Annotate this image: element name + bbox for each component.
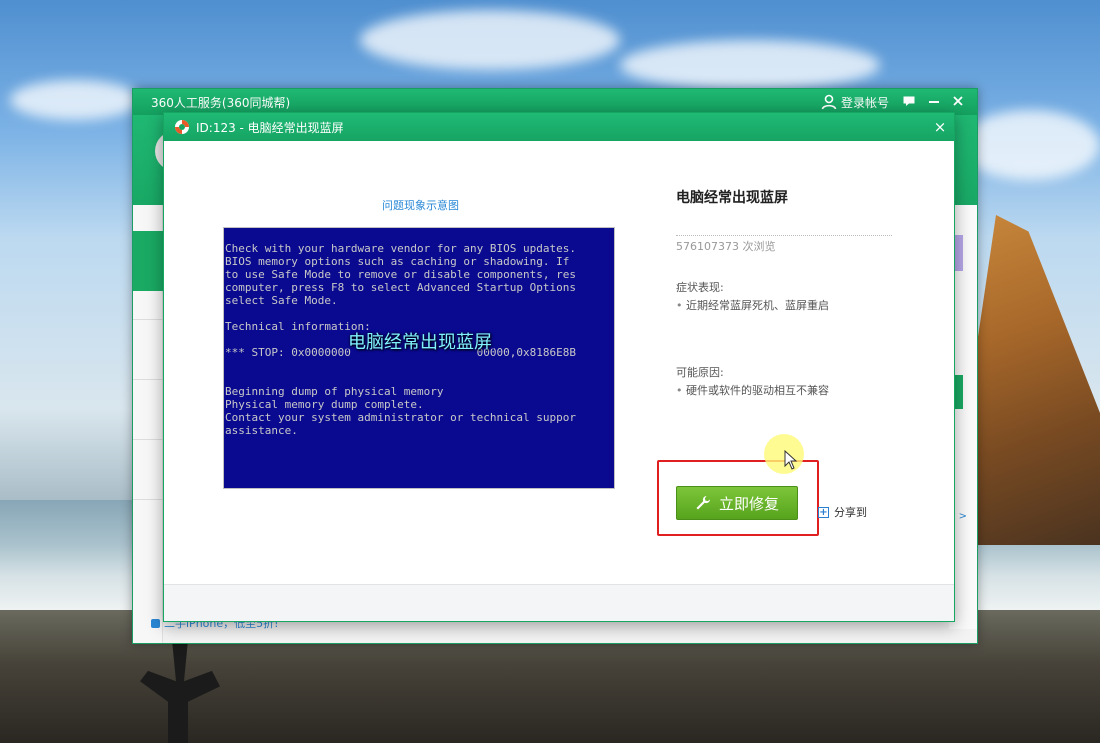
wrench-icon (695, 495, 711, 511)
cloud (620, 40, 880, 90)
bsod-line: Check with your hardware vendor for any … (225, 242, 576, 255)
cloud (360, 10, 620, 70)
bsod-line: Beginning dump of physical memory (225, 385, 444, 398)
bsod-line: select Safe Mode. (225, 294, 338, 307)
sidebar-active-item[interactable] (133, 231, 163, 291)
sidebar-divider (133, 379, 163, 380)
divider (676, 235, 892, 236)
cloud (10, 80, 140, 120)
share-button[interactable]: + 分享到 (818, 504, 867, 520)
problem-dialog: ID:123 - 电脑经常出现蓝屏 × 问题现象示意图 Check with y… (163, 112, 955, 622)
sidebar-divider (133, 319, 163, 320)
dialog-body: 问题现象示意图 Check with your hardware vendor … (164, 141, 954, 585)
sidebar-divider (133, 499, 163, 500)
problem-title: 电脑经常出现蓝屏 (676, 190, 788, 206)
symptom-item: 近期经常蓝屏死机、蓝屏重启 (676, 297, 829, 313)
bsod-line: computer, press F8 to select Advanced St… (225, 281, 576, 294)
sidebar-divider (133, 439, 163, 440)
bsod-preview-image: Check with your hardware vendor for any … (223, 227, 615, 489)
bsod-line (225, 372, 614, 385)
preview-caption[interactable]: 问题现象示意图 (382, 197, 459, 213)
app-title: 360人工服务(360同城帮) (151, 95, 291, 110)
bsod-line (225, 307, 614, 320)
dialog-footer (164, 584, 954, 621)
bsod-line: BIOS memory options such as caching or s… (225, 255, 570, 268)
feedback-icon[interactable] (903, 96, 915, 109)
causes-label: 可能原因: (676, 366, 724, 379)
lifebuoy-icon (174, 119, 190, 135)
minimize-icon[interactable] (929, 96, 939, 109)
cause-item: 硬件或软件的驱动相互不兼容 (676, 382, 829, 398)
dialog-title: ID:123 - 电脑经常出现蓝屏 (196, 120, 344, 135)
share-label: 分享到 (834, 506, 867, 519)
bsod-line: Contact your system administrator or tec… (225, 411, 576, 424)
fix-now-label: 立即修复 (718, 494, 779, 513)
plus-icon: + (818, 506, 829, 518)
close-icon[interactable] (953, 95, 963, 109)
fix-now-button[interactable]: 立即修复 (676, 486, 798, 520)
view-count: 576107373 次浏览 (676, 240, 776, 253)
symptoms-label: 症状表现: (676, 281, 724, 294)
dialog-close-icon[interactable]: × (926, 118, 954, 136)
bsod-overlay-caption: 电脑经常出现蓝屏 (346, 332, 494, 353)
rock-cliff (970, 215, 1100, 545)
cloud (960, 110, 1100, 180)
bsod-line: to use Safe Mode to remove or disable co… (225, 268, 576, 281)
window-controls: 登录帐号 (821, 94, 977, 111)
bsod-line: assistance. (225, 424, 298, 437)
login-button[interactable]: 登录帐号 (821, 94, 889, 111)
dialog-titlebar: ID:123 - 电脑经常出现蓝屏 × (164, 113, 954, 141)
login-label: 登录帐号 (840, 95, 889, 110)
user-icon (821, 94, 837, 110)
bsod-line (225, 359, 614, 372)
bsod-line: Physical memory dump complete. (225, 398, 424, 411)
phone-icon (151, 618, 160, 628)
mouse-cursor-icon (784, 449, 798, 474)
